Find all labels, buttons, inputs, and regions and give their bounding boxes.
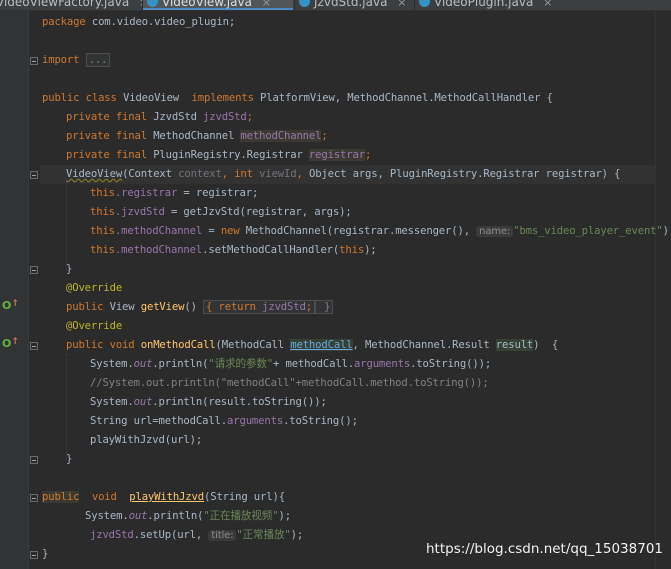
code-line-play-1: System.out.println("正在播放视频"); bbox=[85, 510, 291, 522]
code-line-ctor-4: this.methodChannel.setMethodCallHandler(… bbox=[90, 244, 377, 256]
override-method-icon[interactable]: O↑ bbox=[2, 337, 19, 350]
code-line-getview: public View getView() { return jzvdStd; … bbox=[66, 298, 334, 317]
code-line-ctor-2: this.jzvdStd = getJzvStd(registrar, args… bbox=[90, 206, 352, 218]
collapsed-imports[interactable]: ... bbox=[85, 53, 111, 67]
parameter-hint: name: bbox=[476, 226, 514, 237]
java-class-icon bbox=[147, 0, 158, 7]
editor-gutter[interactable]: O↑ O↑ bbox=[0, 11, 29, 569]
fold-collapse-icon[interactable] bbox=[30, 266, 38, 274]
code-line-package: package com.video.video_plugin; bbox=[42, 16, 236, 28]
tab-label: VideoPlugin.java bbox=[434, 0, 534, 9]
code-line-body-5: playWithJzvd(url); bbox=[90, 434, 203, 446]
code-line-annotation: @Override bbox=[66, 320, 123, 332]
fold-collapse-icon[interactable] bbox=[30, 551, 38, 559]
code-line-body-1: System.out.println("请求的参数"+ methodCall.a… bbox=[90, 358, 492, 370]
parameter-hint: title: bbox=[208, 530, 237, 541]
tab-jzvdstd[interactable]: JzvdStd.java × bbox=[295, 0, 413, 10]
code-line-comment: //System.out.println("methodCall"+method… bbox=[90, 377, 489, 389]
java-class-icon bbox=[299, 0, 310, 7]
code-line-body-4: String url=methodCall.arguments.toString… bbox=[90, 415, 358, 427]
code-line-field-registrar: private final PluginRegistry.Registrar r… bbox=[66, 149, 372, 161]
fold-expand-icon[interactable] bbox=[30, 57, 38, 65]
code-line-field-methodchannel: private final MethodChannel methodChanne… bbox=[66, 130, 328, 142]
code-line-ctor-1: this.registrar = registrar; bbox=[90, 187, 259, 199]
code-line-close-brace: } bbox=[66, 453, 73, 465]
code-line-body-3: System.out.println(result.toString()); bbox=[90, 396, 327, 408]
tab-label: VideoView.java bbox=[162, 0, 252, 9]
close-icon[interactable]: × bbox=[262, 0, 271, 9]
code-line-class-decl: public class VideoView implements Platfo… bbox=[42, 92, 553, 104]
code-line-play-2: jzvdStd.setUp(url, title: "正常播放"); bbox=[90, 529, 304, 541]
tab-videoviewfactory[interactable]: VideoViewFactory.java × bbox=[0, 0, 148, 10]
indent-guide bbox=[66, 354, 67, 460]
code-line-ctor-3: this.methodChannel = new MethodChannel(r… bbox=[90, 225, 671, 237]
watermark-url: https://blog.csdn.net/qq_15038701 bbox=[425, 541, 663, 557]
code-line-close-brace: } bbox=[66, 263, 73, 275]
fold-collapse-icon[interactable] bbox=[30, 171, 38, 179]
code-line-close-brace: } bbox=[42, 548, 49, 560]
code-line-import: import ... bbox=[42, 51, 111, 70]
editor-tab-bar: VideoViewFactory.java × VideoView.java ×… bbox=[0, 0, 671, 11]
indent-guide bbox=[66, 183, 67, 269]
tab-videoview[interactable]: VideoView.java × bbox=[143, 0, 293, 10]
java-class-icon bbox=[419, 0, 430, 7]
code-line-field-jzvdstd: private final JzvdStd jzvdStd; bbox=[66, 111, 253, 123]
fold-collapse-icon[interactable] bbox=[30, 342, 38, 350]
right-margin-guide bbox=[655, 11, 656, 569]
code-line-playwithjzvd: public void playWithJzvd(String url){ bbox=[42, 491, 285, 503]
override-method-icon[interactable]: O↑ bbox=[2, 299, 19, 312]
fold-collapse-icon[interactable] bbox=[30, 456, 38, 464]
code-line-annotation: @Override bbox=[66, 282, 123, 294]
close-icon[interactable]: × bbox=[543, 0, 552, 9]
tab-label: JzvdStd.java bbox=[314, 0, 388, 9]
code-line-constructor: VideoView(Context context, int viewId, O… bbox=[66, 168, 621, 180]
tab-videoplugin[interactable]: VideoPlugin.java × bbox=[415, 0, 575, 10]
fold-collapse-icon[interactable] bbox=[30, 494, 38, 502]
tab-label: VideoViewFactory.java bbox=[0, 0, 130, 9]
code-line-onmethodcall: public void onMethodCall(MethodCall meth… bbox=[66, 339, 559, 351]
close-icon[interactable]: × bbox=[397, 0, 406, 9]
